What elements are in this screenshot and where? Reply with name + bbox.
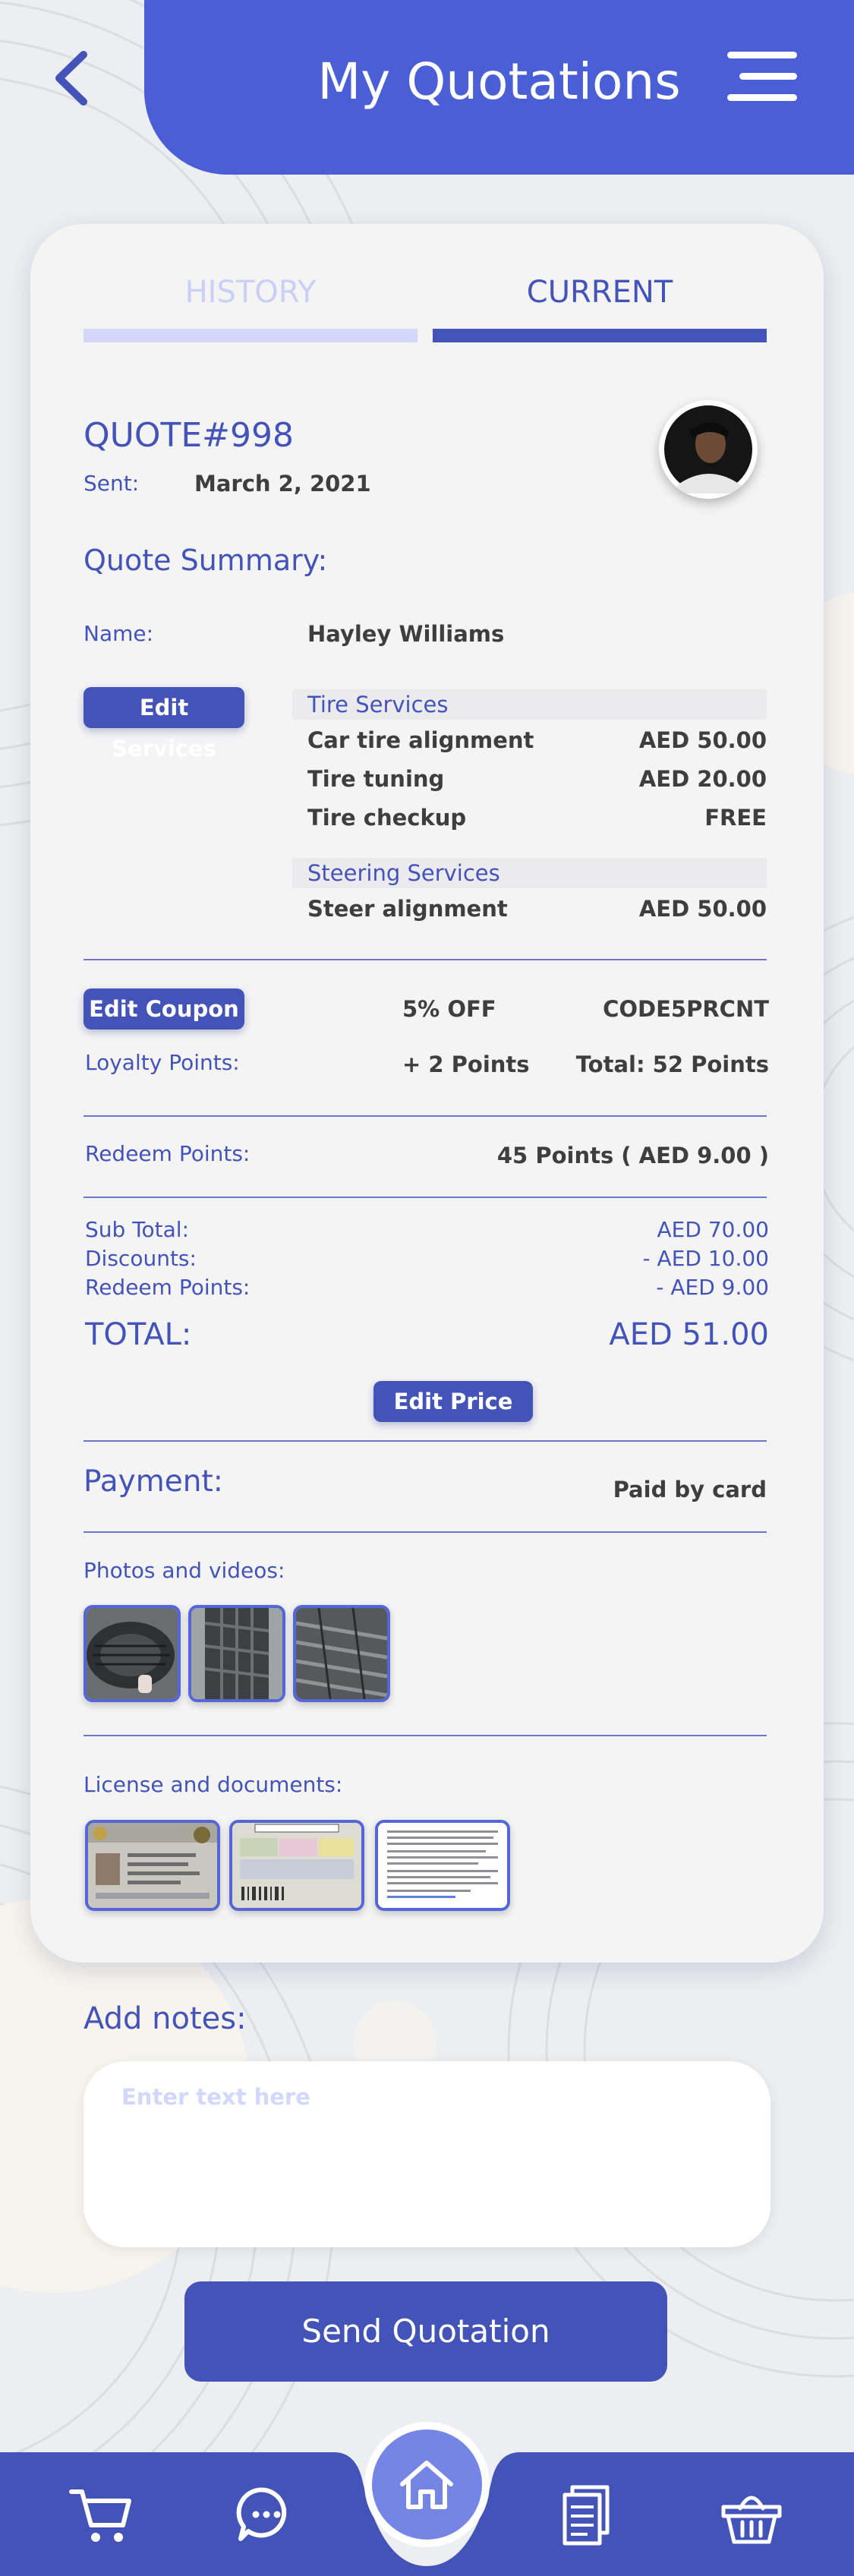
service-item-name: Steer alignment: [307, 896, 508, 922]
nav-documents-button[interactable]: [554, 2481, 622, 2549]
document-thumbnail[interactable]: [85, 1820, 220, 1911]
quote-summary-title: Quote Summary:: [84, 544, 328, 577]
total-label: TOTAL:: [85, 1317, 192, 1352]
discounts-label: Discounts:: [85, 1246, 197, 1271]
coupon-discount: 5% OFF: [402, 996, 496, 1022]
basket-icon: [721, 2496, 782, 2544]
document-icon: [563, 2485, 610, 2546]
sent-date: March 2, 2021: [194, 471, 371, 497]
loyalty-points-label: Loyalty Points:: [85, 1050, 240, 1075]
edit-services-button[interactable]: Edit Services: [84, 687, 244, 761]
chat-icon: [236, 2487, 287, 2541]
document-thumbnail[interactable]: [375, 1820, 510, 1911]
service-item-price: AED 20.00: [638, 766, 767, 792]
edit-coupon-button[interactable]: Edit Coupon: [84, 988, 244, 1029]
service-group-title: Tire Services: [307, 692, 449, 717]
chevron-left-icon: [55, 51, 87, 106]
avatar[interactable]: [659, 400, 758, 499]
documents-label: License and documents:: [84, 1772, 343, 1797]
redeem-points-label: Redeem Points:: [85, 1141, 251, 1166]
divider: [84, 1531, 767, 1533]
coupon-code: CODE5PRCNT: [603, 996, 769, 1022]
divider: [84, 1197, 767, 1198]
nav-home-button[interactable]: [364, 2422, 490, 2547]
name-label: Name:: [84, 621, 154, 646]
service-group-title: Steering Services: [307, 860, 500, 886]
tire-photo: [87, 1608, 178, 1699]
license-card-image: [88, 1823, 217, 1908]
customer-name: Hayley Williams: [307, 621, 505, 647]
divider: [84, 1735, 767, 1736]
user-photo: [664, 405, 752, 493]
photos-label: Photos and videos:: [84, 1558, 285, 1583]
subtotal-label: Sub Total:: [85, 1217, 190, 1242]
nav-cart-button[interactable]: [67, 2481, 135, 2549]
document-thumbnail[interactable]: [229, 1820, 364, 1911]
text-document-image: [378, 1823, 507, 1908]
hamburger-icon: [727, 52, 797, 58]
service-item-price: AED 50.00: [638, 727, 767, 753]
tire-tread-photo: [191, 1608, 282, 1699]
service-item-name: Tire checkup: [307, 805, 467, 831]
nav-chat-button[interactable]: [232, 2481, 300, 2549]
registration-card-image: [232, 1823, 361, 1908]
worn-tire-photo: [296, 1608, 387, 1699]
sent-label: Sent:: [84, 471, 140, 496]
service-item-price: AED 50.00: [638, 896, 767, 922]
redeem-points-value[interactable]: 45 Points ( AED 9.00 ): [455, 1143, 769, 1168]
notes-input[interactable]: [121, 2084, 729, 2221]
photo-thumbnail[interactable]: [84, 1605, 181, 1702]
add-notes-label: Add notes:: [84, 2001, 247, 2036]
menu-button[interactable]: [721, 47, 797, 108]
notes-box: [84, 2061, 770, 2247]
total-value: AED 51.00: [609, 1317, 769, 1352]
tab-history-indicator: [84, 329, 418, 342]
service-item-name: Tire tuning: [307, 766, 445, 792]
photo-thumbnail[interactable]: [188, 1605, 285, 1702]
home-icon: [400, 2461, 453, 2509]
subtotal-value: AED 70.00: [657, 1217, 769, 1242]
service-item-name: Car tire alignment: [307, 727, 534, 753]
photo-thumbnail[interactable]: [293, 1605, 390, 1702]
loyalty-points-total: Total: 52 Points: [575, 1052, 769, 1077]
tab-current-indicator: [433, 329, 767, 342]
send-quotation-button[interactable]: Send Quotation: [184, 2281, 667, 2382]
service-item-price: FREE: [704, 805, 767, 831]
tab-current[interactable]: CURRENT: [433, 270, 767, 315]
redeem-deduction-label: Redeem Points:: [85, 1275, 251, 1300]
nav-basket-button[interactable]: [717, 2481, 786, 2549]
cart-icon: [69, 2489, 131, 2542]
divider: [84, 1440, 767, 1442]
divider: [84, 1115, 767, 1117]
edit-price-button[interactable]: Edit Price: [373, 1381, 533, 1422]
back-button[interactable]: [47, 44, 100, 112]
tab-history[interactable]: HISTORY: [84, 270, 418, 315]
payment-label: Payment:: [84, 1465, 223, 1499]
discounts-value: - AED 10.00: [642, 1246, 769, 1271]
divider: [84, 959, 767, 960]
redeem-deduction-value: - AED 9.00: [656, 1275, 769, 1300]
loyalty-points-earned: + 2 Points: [402, 1052, 530, 1077]
payment-value: Paid by card: [613, 1477, 767, 1502]
quote-number: QUOTE#998: [84, 416, 294, 455]
